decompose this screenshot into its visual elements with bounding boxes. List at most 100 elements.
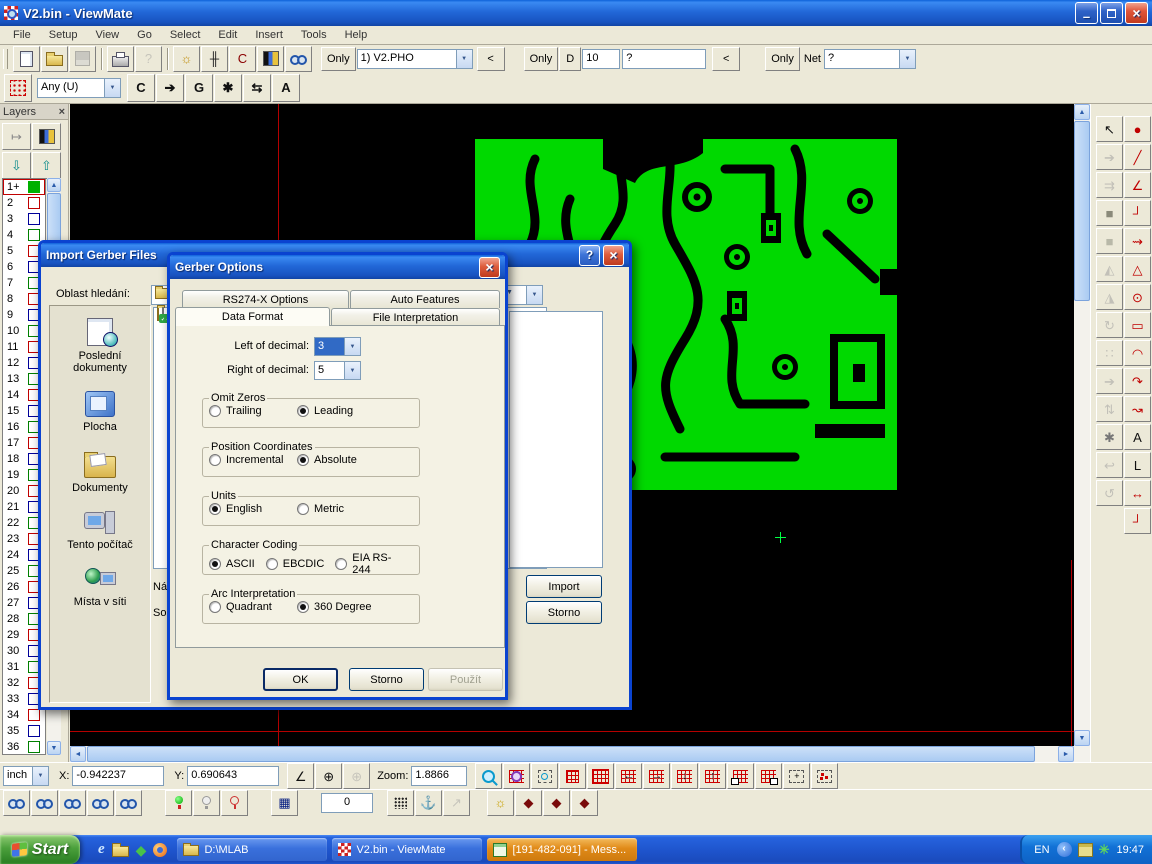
radio-icon[interactable] [297,405,309,417]
dock-layers-button[interactable]: ↦ [2,123,31,150]
menu-setup[interactable]: Setup [40,29,87,41]
grid-dots-button[interactable] [387,790,414,816]
menu-go[interactable]: Go [128,29,161,41]
radio-icon[interactable] [335,558,347,570]
radio-option-absolute[interactable]: Absolute [297,454,385,466]
tab-auto-features[interactable]: Auto Features [350,290,500,308]
scroll-right-icon[interactable] [1058,746,1074,762]
layer-table-button[interactable] [32,123,61,150]
net-combo[interactable]: ? [824,49,916,69]
only-net-button[interactable]: Only [765,47,800,71]
draw-pad-button[interactable]: ● [1124,116,1151,142]
zoom-value-field[interactable]: 1.8866 [411,766,467,786]
cancel-button[interactable]: Storno [349,668,424,691]
layer-prev-button[interactable]: < [477,47,505,71]
lamp-off-button[interactable] [193,790,220,816]
import-cancel-button[interactable]: Storno [526,601,602,624]
draw-triangle-button[interactable]: △ [1124,256,1151,282]
tab-data-format[interactable]: Data Format [175,307,330,326]
view-lines-button[interactable] [31,790,58,816]
view-glasses-button[interactable] [285,46,312,72]
language-indicator[interactable]: EN [1034,844,1049,856]
horizontal-scrollbar[interactable] [70,746,1074,762]
place-computer[interactable]: Tento počítač [52,511,148,551]
film-colors-button[interactable] [257,46,284,72]
view-all-button[interactable] [3,790,30,816]
chevron-down-icon[interactable] [526,286,542,304]
grid-small-button[interactable] [559,763,586,789]
print-button[interactable] [107,46,134,72]
swap-tool-button[interactable]: ⇆ [243,74,271,102]
layer-row[interactable]: 2 [3,195,45,211]
tab-file-interpretation[interactable]: File Interpretation [331,308,500,326]
radio-option-ebcdic[interactable]: EBCDIC [266,552,325,576]
start-button[interactable]: Start [0,835,80,864]
close-icon[interactable]: × [59,106,65,118]
grid-large-button[interactable] [587,763,614,789]
unit-combo[interactable]: inch [3,766,49,786]
menu-file[interactable]: File [4,29,40,41]
pad-mode-2-button[interactable]: ◆ [543,790,570,816]
dcode-filter-field[interactable]: ? [622,49,706,69]
draw-arc-button[interactable]: ◠ [1124,340,1151,366]
draw-polyline-button[interactable]: ∠ [1124,172,1151,198]
g-tool-button[interactable]: G [185,74,213,102]
draw-rectangle-button[interactable]: ▭ [1124,312,1151,338]
dcode-value-field[interactable]: 10 [582,49,620,69]
new-file-button[interactable] [13,46,40,72]
radio-icon[interactable] [209,503,221,515]
radio-icon[interactable] [209,454,221,466]
pan-left-button[interactable]: ← [615,763,642,789]
zoom-select-button[interactable] [531,763,558,789]
gerber-dialog-title-bar[interactable]: Gerber Options [170,255,505,279]
layer-color-swatch[interactable] [28,181,40,193]
scroll-down-icon[interactable] [1074,730,1090,746]
draw-corner-button[interactable]: ┘ [1124,200,1151,226]
arrow-tool-button[interactable]: ➔ [156,74,184,102]
zoom-window-button[interactable] [727,763,754,789]
y-coordinate-field[interactable]: 0.690643 [187,766,279,786]
help-icon[interactable] [579,245,600,266]
horizontal-scroll-thumb[interactable] [87,746,1035,762]
chevron-down-icon[interactable] [456,50,472,68]
pad-mode-button[interactable]: ◆ [515,790,542,816]
taskbar-task[interactable]: D:\MLAB [177,838,327,861]
place-recent-documents[interactable]: Poslední dokumenty [52,318,148,374]
redraw-traffic-button[interactable] [165,790,192,816]
scroll-up-icon[interactable] [1074,104,1090,120]
origin-button[interactable]: ⊕ [315,763,342,789]
settings-gear-button[interactable]: ✱ [1096,424,1123,450]
label-tool-button[interactable]: L [1124,452,1151,478]
text-a-tool-button[interactable]: A [272,74,300,102]
radio-option-leading[interactable]: Leading [297,405,385,417]
view-fill-button[interactable] [115,790,142,816]
layer-down-button[interactable]: ⇩ [2,152,31,179]
fill-dark-button[interactable]: ■ [1096,200,1123,226]
vertical-scroll-thumb[interactable] [1074,121,1090,301]
only-layer-button[interactable]: Only [321,47,356,71]
radio-option-360-degree[interactable]: 360 Degree [297,601,385,613]
select-mode-button[interactable] [4,74,32,102]
chevron-down-icon[interactable] [32,767,48,785]
place-desktop[interactable]: Plocha [52,391,148,433]
draw-line-button[interactable]: ╱ [1124,144,1151,170]
radio-option-eia-rs-244[interactable]: EIA RS-244 [335,552,402,576]
zoom-tool-button[interactable] [475,763,502,789]
firefox-icon[interactable] [153,843,167,857]
close-button[interactable] [1125,2,1148,24]
antivirus-tray-icon[interactable]: ✳ [1099,843,1110,856]
radio-icon[interactable] [209,601,221,613]
menu-edit[interactable]: Edit [209,29,246,41]
draw-elbow-button[interactable]: ┘ [1124,508,1151,534]
chevron-down-icon[interactable] [344,362,360,379]
layer-row[interactable]: 3 [3,211,45,227]
anchor-button[interactable]: ⚓ [415,790,442,816]
layer-color-swatch[interactable] [28,709,40,721]
draw-ray-button[interactable]: ⇝ [1124,228,1151,254]
pan-right-button[interactable]: → [643,763,670,789]
ie-icon[interactable]: e [98,842,105,857]
taskbar-task[interactable]: [191-482-091] - Mess... [487,838,637,861]
angle-mode-button[interactable]: ∠ [287,763,314,789]
place-documents[interactable]: Dokumenty [52,450,148,494]
toolbar-grip[interactable] [3,49,8,69]
